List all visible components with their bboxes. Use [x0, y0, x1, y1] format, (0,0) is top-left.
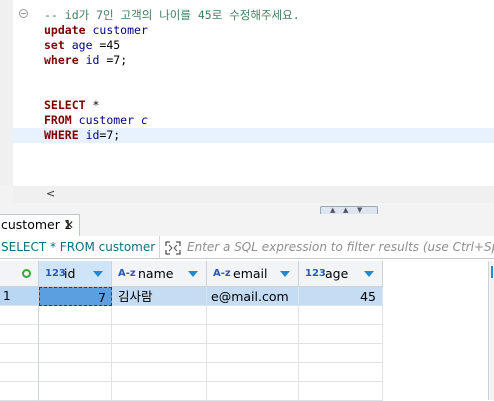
tab-customer-1[interactable]: customer 1 ✕: [0, 214, 80, 236]
editor-horizontal-scrollbar[interactable]: <: [13, 186, 494, 203]
editor-gutter: [0, 0, 13, 186]
table-row[interactable]: 1 7 김사람 e@mail.com 45: [0, 287, 494, 306]
column-header-id[interactable]: 123 id: [39, 261, 112, 287]
splitter-down-icon[interactable]: ▼: [357, 206, 362, 214]
column-header-age[interactable]: 123 age: [299, 261, 383, 287]
sort-arrow-icon[interactable]: [188, 271, 198, 277]
code-line-comment: -- id가 7인 고객의 나이를 45로 수정해주세요.: [44, 8, 300, 22]
cell-name[interactable]: 김사람: [112, 287, 207, 306]
code-line-where-select: WHERE id=7;: [44, 128, 121, 142]
code-line-from: FROM customer c: [44, 113, 148, 127]
filter-input[interactable]: Enter a SQL expression to filter results…: [187, 236, 494, 258]
empty-row: [0, 382, 494, 401]
side-panel-strip[interactable]: [488, 261, 494, 400]
results-tab-bar: customer 1 ✕: [0, 214, 494, 237]
code-line-where-update: where id =7;: [44, 53, 128, 67]
expand-filter-icon[interactable]: [165, 240, 181, 255]
panel-toggle-icon[interactable]: [491, 266, 493, 278]
column-header-email[interactable]: A-z email: [207, 261, 299, 287]
code-line-set: set age =45: [44, 38, 121, 52]
row-number[interactable]: 1: [0, 287, 39, 306]
code-line-select: SELECT *: [44, 98, 100, 112]
results-grid: 123 id A-z name A-z email 123 age 1 7 김사…: [0, 259, 494, 401]
empty-row: [0, 363, 494, 382]
column-header-name[interactable]: A-z name: [112, 261, 207, 287]
cell-id[interactable]: 7: [39, 287, 112, 306]
record-mode-icon[interactable]: [22, 269, 31, 278]
sort-arrow-icon[interactable]: [93, 271, 103, 277]
empty-row: [0, 344, 494, 363]
empty-row: [0, 306, 494, 325]
text-type-icon: A-z: [118, 268, 136, 279]
code-line-update: update customer: [44, 23, 148, 37]
cell-age[interactable]: 45: [299, 287, 383, 306]
numeric-type-icon: 123: [305, 268, 326, 279]
empty-row: [0, 325, 494, 344]
query-preview[interactable]: SELECT * FROM customer c W: [1, 236, 160, 258]
scroll-left-arrow-icon[interactable]: <: [46, 187, 55, 200]
numeric-type-icon: 123: [45, 268, 66, 279]
text-type-icon: A-z: [213, 268, 231, 279]
filter-bar: SELECT * FROM customer c W Enter a SQL e…: [0, 236, 494, 259]
results-panel: customer 1 ✕ SELECT * FROM customer c W …: [0, 214, 494, 401]
fold-collapse-icon[interactable]: −: [19, 9, 28, 18]
sort-arrow-icon[interactable]: [280, 271, 290, 277]
cell-email[interactable]: e@mail.com: [207, 287, 299, 306]
tab-label: customer 1: [1, 217, 72, 232]
splitter-up-icon[interactable]: ▲: [343, 206, 348, 214]
row-number-header[interactable]: [0, 261, 39, 287]
splitter-up-icon[interactable]: ▲: [330, 206, 335, 214]
sort-arrow-icon[interactable]: [364, 271, 374, 277]
sql-editor[interactable]: − -- id가 7인 고객의 나이를 45로 수정해주세요. update c…: [0, 0, 494, 203]
close-icon[interactable]: ✕: [64, 215, 74, 235]
